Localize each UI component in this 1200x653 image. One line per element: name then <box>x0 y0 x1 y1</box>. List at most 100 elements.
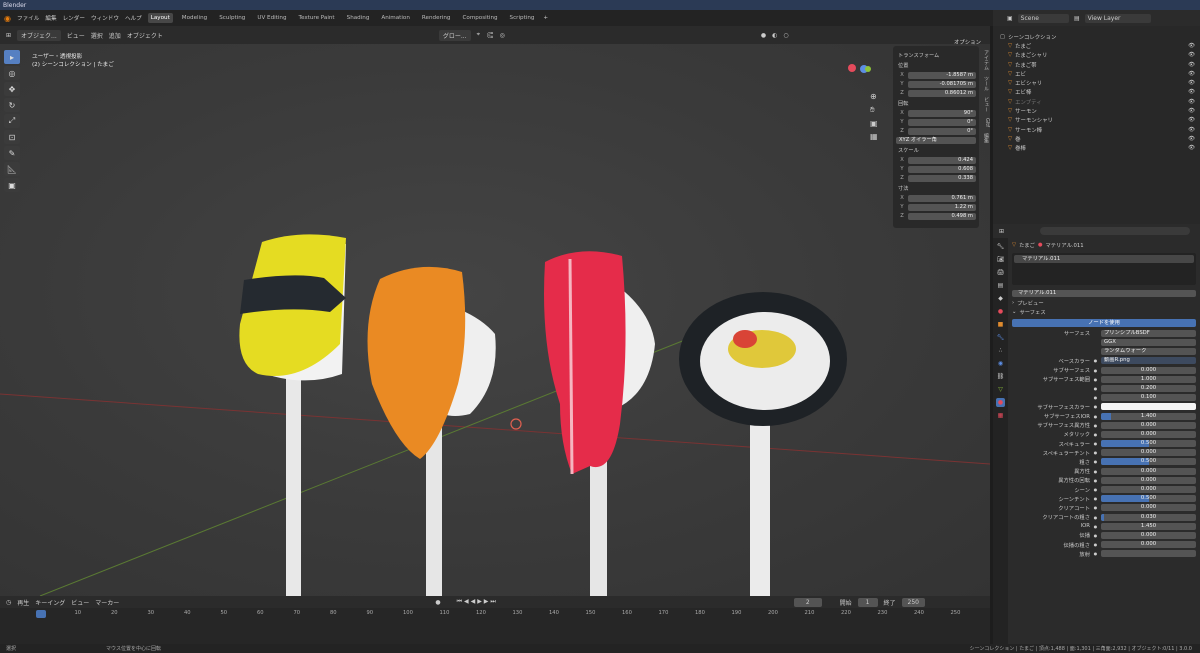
scene-selector[interactable]: Scene <box>1017 13 1069 23</box>
value-slider[interactable]: 0.000 <box>1101 467 1196 475</box>
tab-scripting[interactable]: Scripting <box>507 13 538 23</box>
shading-material-icon[interactable]: ◐ <box>772 32 777 39</box>
constraints-tab-icon[interactable]: ⛓︎ <box>996 372 1005 381</box>
sss-method-select[interactable]: ランダムウォーク <box>1101 348 1196 356</box>
socket-icon[interactable]: ● <box>1093 542 1098 547</box>
grid-icon[interactable]: ▦ <box>870 132 878 141</box>
tab-rendering[interactable]: Rendering <box>419 13 454 23</box>
visibility-icon[interactable]: 👁︎ <box>1188 52 1197 58</box>
visibility-icon[interactable]: 👁︎ <box>1188 62 1197 68</box>
location-field[interactable]: -1.8587 m <box>908 71 976 79</box>
playhead[interactable] <box>36 610 46 618</box>
tab-uv-editing[interactable]: UV Editing <box>254 13 289 23</box>
add-workspace-icon[interactable]: + <box>543 15 548 21</box>
menu-marker[interactable]: マーカー <box>95 598 119 607</box>
menu-render[interactable]: レンダー <box>63 14 85 22</box>
socket-icon[interactable]: ● <box>1093 478 1098 483</box>
start-frame-field[interactable]: 1 <box>857 597 878 607</box>
rotation-mode-select[interactable]: XYZ オイラー角 <box>896 136 976 144</box>
world-tab-icon[interactable]: ● <box>996 307 1005 316</box>
socket-icon[interactable]: ● <box>1093 404 1098 409</box>
outliner-item[interactable]: ▽ サーモン棒 👁︎ <box>996 125 1197 134</box>
scale-field[interactable]: 0.608 <box>908 165 976 173</box>
pivot-icon[interactable]: ⌖ <box>477 31 480 39</box>
socket-icon[interactable]: ● <box>1093 450 1098 455</box>
timeline-ruler[interactable]: 0102030405060708090100110120130140150160… <box>0 610 990 620</box>
playback-controls[interactable]: ⏮◀◀▶▶⏭ <box>457 598 498 606</box>
surface-section[interactable]: ⌄ サーフェス <box>1012 308 1196 317</box>
menu-file[interactable]: ファイル <box>17 14 39 22</box>
visibility-icon[interactable]: 👁︎ <box>1188 108 1197 114</box>
scene-tab-icon[interactable]: ◆ <box>996 294 1005 303</box>
surface-shader-field[interactable]: プリンシプルBSDF <box>1101 329 1196 337</box>
value-slider[interactable]: 0.000 <box>1101 504 1196 512</box>
orientation-selector[interactable]: グロー... <box>438 29 471 41</box>
menu-view[interactable]: ビュー <box>67 31 85 40</box>
dimensions-field[interactable]: 0.498 m <box>908 212 976 220</box>
mode-selector[interactable]: オブジェク... <box>17 29 61 41</box>
current-frame-field[interactable]: 2 <box>793 597 822 607</box>
value-slider[interactable]: 0.000 <box>1101 476 1196 484</box>
socket-icon[interactable]: ● <box>1093 423 1098 428</box>
outliner-item[interactable]: ▽ サーモンシャリ 👁︎ <box>996 116 1197 125</box>
zoom-icon[interactable]: ⊕ <box>870 92 878 101</box>
menu-select[interactable]: 選択 <box>91 31 103 40</box>
tab-view[interactable]: ビュー <box>981 97 990 112</box>
visibility-icon[interactable]: 👁︎ <box>1188 99 1197 105</box>
output-tab-icon[interactable]: 🖨︎ <box>996 268 1005 277</box>
particles-tab-icon[interactable]: ∴ <box>996 346 1005 355</box>
tab-compositing[interactable]: Compositing <box>459 13 500 23</box>
rotation-field[interactable]: 90° <box>908 109 976 117</box>
outliner-item[interactable]: ▽ エンプティ 👁︎ <box>996 97 1197 106</box>
modifier-tab-icon[interactable]: 🔧︎ <box>996 333 1005 342</box>
cursor-tool-icon[interactable]: ◎ <box>4 66 20 80</box>
location-field[interactable]: -0.081705 m <box>908 80 976 88</box>
menu-add[interactable]: 追加 <box>109 31 121 40</box>
menu-help[interactable]: ヘルプ <box>125 14 142 22</box>
value-slider[interactable]: 0.100 <box>1101 394 1196 402</box>
socket-icon[interactable]: ● <box>1093 414 1098 419</box>
socket-icon[interactable]: ● <box>1093 395 1098 400</box>
socket-icon[interactable]: ● <box>1093 459 1098 464</box>
shading-solid-icon[interactable]: ● <box>761 32 766 39</box>
scale-field[interactable]: 0.338 <box>908 174 976 182</box>
end-frame-field[interactable]: 250 <box>901 597 925 607</box>
tab-modeling[interactable]: Modeling <box>179 13 210 23</box>
value-slider[interactable]: 0.200 <box>1101 384 1196 392</box>
visibility-icon[interactable]: 👁︎ <box>1188 145 1197 151</box>
tab-texture-paint[interactable]: Texture Paint <box>296 13 338 23</box>
3d-viewport[interactable]: ⊕ ✋︎ ▣ ▦ <box>0 44 990 596</box>
rotation-field[interactable]: 0° <box>908 118 976 126</box>
material-slots[interactable]: マテリアル.011 <box>1012 253 1196 286</box>
pan-hand-icon[interactable]: ✋︎ <box>870 105 878 115</box>
tab-sculpting[interactable]: Sculpting <box>216 13 248 23</box>
timeline-editor-icon[interactable]: ◷ <box>6 599 11 606</box>
data-tab-icon[interactable]: ▽ <box>996 385 1005 394</box>
socket-icon[interactable]: ● <box>1093 469 1098 474</box>
value-slider[interactable]: 0.030 <box>1101 513 1196 521</box>
outliner-item[interactable]: ▽ サーモン 👁︎ <box>996 106 1197 115</box>
tab-animation[interactable]: Animation <box>378 13 413 23</box>
value-slider[interactable] <box>1101 550 1196 558</box>
preview-section[interactable]: › プレビュー <box>1012 298 1196 307</box>
socket-icon[interactable]: ● <box>1093 441 1098 446</box>
location-field[interactable]: 0.86012 m <box>908 89 976 97</box>
value-slider[interactable]: 0.000 <box>1101 430 1196 438</box>
use-nodes-button[interactable]: ノードを使用 <box>1012 318 1196 327</box>
object-tab-icon[interactable]: ■ <box>996 320 1005 329</box>
menu-window[interactable]: ウィンドウ <box>91 14 119 22</box>
socket-icon[interactable]: ● <box>1093 505 1098 510</box>
tool-tab-icon[interactable]: 🔧︎ <box>996 242 1005 251</box>
socket-icon[interactable]: ● <box>1093 368 1098 373</box>
transform-tool-icon[interactable]: ⊡ <box>4 130 20 144</box>
physics-tab-icon[interactable]: ◉ <box>996 359 1005 368</box>
outliner-item[interactable]: ▽ エビシャリ 👁︎ <box>996 78 1197 87</box>
tab-shading[interactable]: Shading <box>344 13 373 23</box>
value-slider[interactable]: 0.500 <box>1101 440 1196 448</box>
value-slider[interactable]: 0.000 <box>1101 486 1196 494</box>
value-slider[interactable]: 0.000 <box>1101 366 1196 374</box>
menu-object[interactable]: オブジェクト <box>127 31 163 40</box>
distribution-select[interactable]: GGX <box>1101 339 1196 347</box>
outliner-item[interactable]: ▽ たまご帯 👁︎ <box>996 60 1197 69</box>
socket-icon[interactable]: ● <box>1093 533 1098 538</box>
